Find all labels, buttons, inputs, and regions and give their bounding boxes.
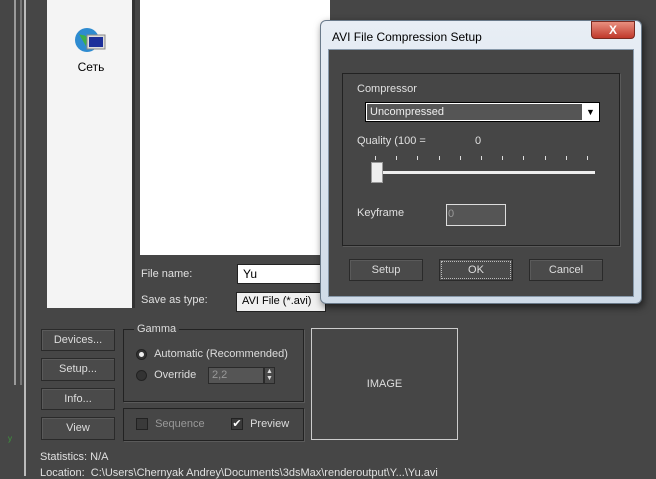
- slider-tick: [587, 156, 588, 160]
- save-as-type-label: Save as type:: [141, 294, 208, 306]
- statistics-text: Statistics: N/A: [40, 451, 109, 463]
- compressor-value: Uncompressed: [370, 106, 444, 118]
- gamma-automatic-label: Automatic (Recommended): [154, 348, 288, 360]
- network-label[interactable]: Сеть: [47, 60, 135, 74]
- gamma-spinner[interactable]: ▲ ▼: [264, 367, 275, 384]
- compressor-select[interactable]: Uncompressed ▼: [365, 102, 600, 122]
- gamma-group: Gamma Automatic (Recommended) Override 2…: [123, 323, 304, 402]
- quality-value: 0: [475, 135, 482, 147]
- slider-tick: [459, 156, 461, 160]
- preview-checkbox[interactable]: ✔ Preview: [231, 418, 290, 431]
- network-globe-icon: [75, 28, 106, 52]
- view-button[interactable]: View: [41, 417, 115, 440]
- checkbox-icon: [136, 418, 148, 431]
- close-button[interactable]: X: [591, 21, 635, 39]
- quality-label: Quality (100 =: [357, 135, 426, 147]
- save-as-type-select[interactable]: AVI File (*.avi): [236, 292, 326, 312]
- gamma-override-radio[interactable]: Override: [136, 369, 196, 381]
- slider-tick: [417, 156, 419, 160]
- sequence-label: Sequence: [155, 418, 205, 430]
- network-place[interactable]: [73, 26, 107, 56]
- keyframe-input[interactable]: 0: [446, 204, 506, 226]
- compressor-label: Compressor: [357, 83, 417, 95]
- preview-label: Preview: [250, 418, 290, 430]
- chevron-down-icon: ▼: [582, 104, 599, 120]
- gamma-automatic-radio[interactable]: Automatic (Recommended): [136, 348, 288, 360]
- file-name-input[interactable]: [237, 264, 327, 284]
- slider-ticks: [375, 156, 591, 160]
- gamma-override-input[interactable]: 2,2: [208, 367, 264, 384]
- gamma-title: Gamma: [134, 323, 180, 335]
- slider-tick: [544, 156, 546, 160]
- info-button[interactable]: Info...: [41, 388, 115, 410]
- places-sidebar: Сеть: [47, 0, 135, 308]
- sequence-checkbox[interactable]: Sequence: [136, 418, 205, 431]
- slider-tick: [375, 156, 376, 160]
- avi-compression-dialog: AVI File Compression Setup X Compressor …: [320, 20, 642, 304]
- frame-line: [24, 0, 26, 476]
- keyframe-label: Keyframe: [357, 207, 405, 219]
- slider-tick: [396, 156, 398, 160]
- slider-tick: [438, 156, 440, 160]
- ok-button[interactable]: OK: [439, 259, 513, 281]
- slider-tick: [565, 156, 567, 160]
- image-preview: IMAGE: [311, 328, 458, 440]
- quality-slider-track[interactable]: [377, 171, 595, 174]
- gamma-override-label: Override: [154, 369, 197, 381]
- checkmark-icon: ✔: [231, 418, 243, 431]
- slider-tick: [523, 156, 525, 160]
- slider-tick: [502, 156, 504, 160]
- devices-button[interactable]: Devices...: [41, 329, 115, 351]
- file-name-label: File name:: [141, 268, 193, 280]
- radio-selected-icon: [136, 348, 147, 360]
- quality-slider-thumb[interactable]: [371, 162, 383, 183]
- options-group: Sequence ✔ Preview: [123, 408, 304, 441]
- compressor-group: Compressor Uncompressed ▼ Quality (100 =…: [342, 73, 620, 246]
- setup-button[interactable]: Setup...: [41, 358, 115, 381]
- dialog-body: Compressor Uncompressed ▼ Quality (100 =…: [328, 49, 634, 297]
- dialog-title: AVI File Compression Setup: [332, 30, 482, 44]
- image-placeholder-label: IMAGE: [366, 378, 403, 390]
- frame-line: [14, 0, 16, 385]
- cancel-button[interactable]: Cancel: [529, 259, 603, 281]
- radio-icon: [136, 369, 147, 381]
- location-text: Location: C:\Users\Chernyak Andrey\Docum…: [40, 467, 438, 479]
- frame-line: [20, 0, 22, 385]
- axis-y-icon: y: [8, 434, 12, 443]
- file-list[interactable]: [140, 0, 330, 255]
- slider-tick: [481, 156, 482, 160]
- dialog-setup-button[interactable]: Setup: [349, 259, 423, 281]
